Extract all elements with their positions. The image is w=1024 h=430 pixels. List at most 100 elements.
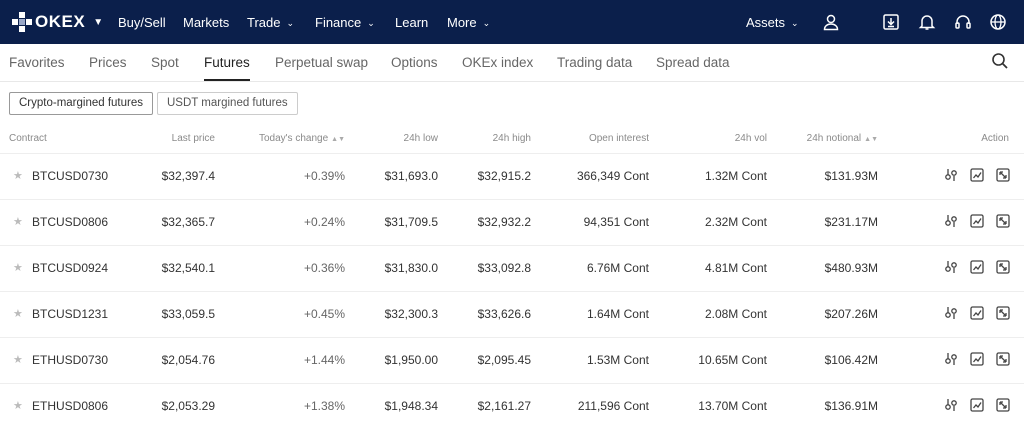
headset-icon[interactable] [954, 13, 972, 31]
notional-24h: $136.91M [824, 399, 878, 413]
open-interest: 366,349 Cont [576, 169, 649, 183]
filter-usdt-margined[interactable]: USDT margined futures [157, 92, 298, 115]
header-contract: Contract [9, 133, 47, 144]
low-24h: $31,709.5 [384, 215, 438, 229]
nav-item-finance[interactable]: Finance ⌄ [315, 15, 375, 30]
chart-icon[interactable] [970, 214, 984, 228]
header-24h-notional[interactable]: 24h notional ▲▼ [807, 133, 878, 144]
contract-name[interactable]: ETHUSD0730 [32, 353, 108, 367]
expand-icon[interactable] [996, 168, 1010, 182]
user-icon[interactable] [822, 13, 840, 31]
table-row[interactable]: ★ BTCUSD0730 $32,397.4 +0.39% $31,693.0 $32,9… [0, 153, 1024, 199]
contract-name[interactable]: BTCUSD1231 [32, 307, 108, 321]
settings-icon[interactable] [944, 398, 958, 412]
open-interest: 211,596 Cont [577, 399, 649, 413]
contract-name[interactable]: BTCUSD0730 [32, 169, 108, 183]
table-row[interactable]: ★ BTCUSD0924 $32,540.1 +0.36% $31,830.0 $33,0… [0, 245, 1024, 291]
last-price: $32,397.4 [161, 169, 215, 183]
low-24h: $1,950.00 [384, 353, 438, 367]
sort-icon: ▲▼ [331, 136, 345, 143]
expand-icon[interactable] [996, 352, 1010, 366]
chevron-down-icon: ⌄ [286, 18, 295, 28]
nav-item-label: Learn [395, 15, 429, 30]
chevron-down-icon: ▼ [93, 16, 104, 28]
last-price: $33,059.5 [161, 307, 215, 321]
expand-icon[interactable] [996, 306, 1010, 320]
chevron-down-icon: ⌄ [791, 18, 799, 28]
nav-item-label: Finance [315, 15, 362, 30]
table-header: Contract Last price Today's change ▲▼ 24h… [0, 130, 1024, 148]
tab-options[interactable]: Options [391, 55, 438, 70]
bell-icon[interactable] [918, 13, 936, 31]
volume-24h: 13.70M Cont [698, 399, 767, 413]
table-row[interactable]: ★ ETHUSD0730 $2,054.76 +1.44% $1,950.00 $2,09… [0, 337, 1024, 383]
last-price: $2,053.29 [161, 399, 215, 413]
contract-name[interactable]: ETHUSD0806 [32, 399, 108, 413]
low-24h: $1,948.34 [384, 399, 438, 413]
chart-icon[interactable] [970, 168, 984, 182]
tab-favorites[interactable]: Favorites [9, 55, 65, 70]
download-icon[interactable] [882, 13, 900, 31]
favorite-star-icon[interactable]: ★ [13, 353, 23, 366]
favorite-star-icon[interactable]: ★ [13, 307, 23, 320]
table-row[interactable]: ★ ETHUSD0806 $2,053.29 +1.38% $1,948.34 $2,16… [0, 383, 1024, 429]
open-interest: 1.53M Cont [586, 353, 649, 367]
nav-item-label: Buy/Sell [118, 15, 166, 30]
nav-item-more[interactable]: More ⌄ [447, 15, 490, 30]
todays-change: +1.38% [303, 399, 345, 413]
tab-futures[interactable]: Futures [204, 55, 250, 81]
favorite-star-icon[interactable]: ★ [13, 261, 23, 274]
nav-item-markets[interactable]: Markets [183, 15, 229, 30]
expand-icon[interactable] [996, 260, 1010, 274]
tab-prices[interactable]: Prices [89, 55, 127, 70]
low-24h: $31,693.0 [384, 169, 438, 183]
nav-item-buy-sell[interactable]: Buy/Sell [118, 15, 166, 30]
header-action: Action [981, 133, 1009, 144]
search-icon[interactable] [991, 52, 1009, 70]
settings-icon[interactable] [944, 168, 958, 182]
settings-icon[interactable] [944, 214, 958, 228]
nav-item-trade[interactable]: Trade ⌄ [247, 15, 294, 30]
table-row[interactable]: ★ BTCUSD1231 $33,059.5 +0.45% $32,300.3 $33,6… [0, 291, 1024, 337]
volume-24h: 1.32M Cont [704, 169, 767, 183]
notional-24h: $207.26M [824, 307, 878, 321]
chart-icon[interactable] [970, 398, 984, 412]
chart-icon[interactable] [970, 352, 984, 366]
nav-item-label: Markets [183, 15, 230, 30]
high-24h: $33,626.6 [477, 307, 531, 321]
notional-24h: $231.17M [824, 215, 878, 229]
brand-name: OKEX [35, 12, 86, 31]
tab-spread-data[interactable]: Spread data [656, 55, 730, 70]
expand-icon[interactable] [996, 398, 1010, 412]
settings-icon[interactable] [944, 306, 958, 320]
contract-name[interactable]: BTCUSD0806 [32, 215, 108, 229]
market-tabs: Favorites Prices Spot Futures Perpetual … [0, 44, 1024, 82]
tab-okex-index[interactable]: OKEx index [462, 55, 533, 70]
nav-item-label: More [447, 15, 477, 30]
open-interest: 1.64M Cont [586, 307, 649, 321]
tab-spot[interactable]: Spot [151, 55, 179, 70]
assets-menu[interactable]: Assets ⌄ [746, 15, 799, 30]
settings-icon[interactable] [944, 352, 958, 366]
contract-name[interactable]: BTCUSD0924 [32, 261, 108, 275]
favorite-star-icon[interactable]: ★ [13, 169, 23, 182]
chevron-down-icon: ⌄ [482, 18, 491, 28]
favorite-star-icon[interactable]: ★ [13, 215, 23, 228]
favorite-star-icon[interactable]: ★ [13, 399, 23, 412]
filter-crypto-margined[interactable]: Crypto-margined futures [9, 92, 153, 115]
volume-24h: 2.08M Cont [704, 307, 767, 321]
tab-perpetual-swap[interactable]: Perpetual swap [275, 55, 368, 70]
high-24h: $2,095.45 [477, 353, 531, 367]
tab-trading-data[interactable]: Trading data [557, 55, 632, 70]
table-row[interactable]: ★ BTCUSD0806 $32,365.7 +0.24% $31,709.5 $32,9… [0, 199, 1024, 245]
last-price: $2,054.76 [161, 353, 215, 367]
settings-icon[interactable] [944, 260, 958, 274]
nav-item-learn[interactable]: Learn [395, 15, 428, 30]
nav-item-label: Trade [247, 15, 281, 30]
brand-logo[interactable]: OKEX ▼ [12, 11, 103, 33]
header-todays-change[interactable]: Today's change ▲▼ [259, 133, 345, 144]
chart-icon[interactable] [970, 260, 984, 274]
expand-icon[interactable] [996, 214, 1010, 228]
chart-icon[interactable] [970, 306, 984, 320]
globe-icon[interactable] [989, 13, 1007, 31]
